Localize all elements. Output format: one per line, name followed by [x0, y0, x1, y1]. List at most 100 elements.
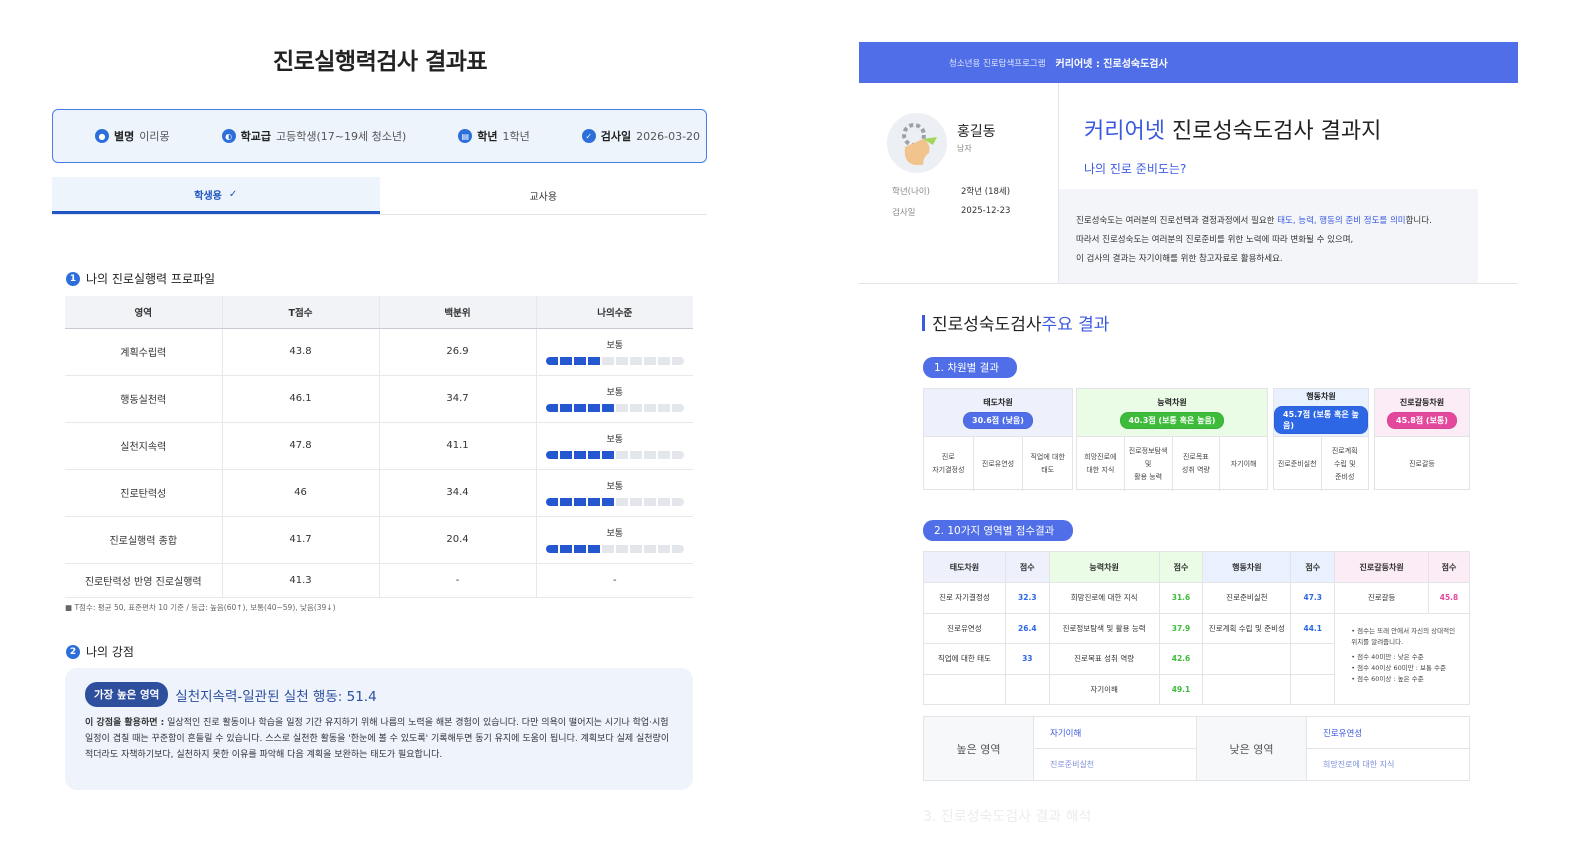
cell-level: 보통: [536, 516, 693, 564]
level-bar-segment: [587, 545, 600, 553]
high-area-1: 자기이해: [1050, 728, 1082, 739]
main-results-title-a: 진로성숙도검사: [932, 315, 1042, 335]
tab-bar: 학생용 ✓ 교사용: [52, 177, 707, 215]
area-name: 진로유연성: [923, 612, 1006, 644]
level-text: 보통: [606, 482, 624, 492]
report-title: 진로실행력검사 결과표: [272, 49, 488, 75]
area-score: 45.8: [1428, 582, 1470, 614]
result-subtitle: 나의 진로 준비도는?: [1084, 162, 1187, 176]
area-table-header: 진로갈등차원: [1334, 551, 1430, 583]
grade-age-value-text: 2학년 (18세): [961, 187, 1011, 197]
strength-lead: 이 강점을 활용하면 :: [85, 718, 165, 728]
cell-tscore: 47.8: [222, 422, 380, 470]
dimension-score-badge: 40.3점 (보통 혹은 높음): [1119, 411, 1225, 429]
cell-tscore: 46.1: [222, 375, 380, 423]
dimension-header: 태도차원 30.6점 (낮음): [924, 389, 1072, 436]
dimension-header: 능력차원 40.3점 (보통 혹은 높음): [1077, 389, 1267, 436]
dimension-score-badge: 45.7점 (보통 혹은 높음): [1274, 406, 1368, 434]
cell-percentile: 20.4: [379, 516, 537, 564]
dimension-subareas: 진로갈등: [1375, 436, 1469, 491]
header-bar-title: 커리어넷 : 진로성숙도검사: [1055, 59, 1168, 70]
col-percentile: 백분위: [379, 296, 537, 329]
dimension-name: 능력차원: [1157, 397, 1187, 407]
level-indicator: 보통: [537, 479, 694, 506]
area-table-header: 점수: [1004, 551, 1050, 583]
score-guide-line: • 점수 40이상 60미만 : 보통 수준: [1351, 663, 1446, 672]
level-text: 보통: [606, 529, 624, 539]
area-score: [1004, 673, 1050, 705]
nickname-value: 이리몽: [139, 130, 170, 143]
dimension-subarea: 진로목표 성취 역량: [1173, 437, 1221, 491]
level-indicator: 보통: [537, 338, 694, 365]
test-date-value: 2026-03-20: [636, 129, 701, 143]
tab-teacher[interactable]: 교사용: [380, 177, 708, 214]
exam-date-value-text: 2025-12-23: [961, 206, 1011, 216]
brand-name: 커리어넷: [1084, 119, 1165, 144]
dimension-subarea: 진로준비실천: [1274, 437, 1322, 491]
level-bar-segment: [657, 498, 670, 506]
profile-gender: 남자: [957, 144, 972, 153]
strength-title: 실천지속력-일관된 실천 행동: 51.4: [175, 688, 377, 705]
table-row: 진로실행력 종합 41.7 20.4 보통: [65, 516, 693, 564]
high-area-values: 자기이해 진로준비실천: [1034, 717, 1197, 780]
tab-student[interactable]: 학생용 ✓: [52, 177, 380, 214]
area-score: 42.6: [1158, 643, 1204, 675]
result-title-rest: 진로성숙도검사 결과지: [1164, 119, 1382, 144]
area-name: 자기이해: [1048, 673, 1160, 705]
nickname-label: 별명: [114, 130, 135, 143]
area-table-header: 능력차원: [1048, 551, 1160, 583]
heading-accent-bar: [922, 314, 925, 331]
level-bar-segment: [587, 498, 600, 506]
exam-date-label-text: 검사일: [892, 208, 916, 218]
level-bar-segment: [629, 404, 642, 412]
level-bar-segment: [671, 545, 684, 553]
high-area-2: 진로준비실천: [1034, 748, 1196, 780]
cell-percentile: 26.9: [379, 328, 537, 376]
area-score: 26.4: [1004, 612, 1050, 644]
area-table-header: 점수: [1158, 551, 1204, 583]
area-score: 49.1: [1158, 673, 1204, 705]
grade-icon: ▤: [458, 129, 473, 143]
profile-name: 홍길동: [957, 124, 996, 140]
area-score: 32.3: [1004, 582, 1050, 614]
dimension-card: 능력차원 40.3점 (보통 혹은 높음) 희망진로에 대한 지식 진로정보탐색 및 …: [1076, 388, 1268, 491]
dimension-header: 진로갈등차원 45.8점 (보통): [1375, 389, 1469, 436]
main-results-title-b: 주요 결과: [1041, 315, 1110, 335]
level-bar-segment: [643, 498, 656, 506]
desc-line-3: 이 검사의 결과는 자기이해를 위한 참고자료로 활용하세요.: [1076, 254, 1283, 264]
dimension-results-pill: 1. 차원별 결과: [923, 357, 1017, 378]
level-bar-segment: [559, 404, 572, 412]
level-bar-segment: [615, 498, 628, 506]
level-bar-segment: [559, 451, 572, 459]
dimension-subarea: 진로정보탐색 및 활용 능력: [1125, 437, 1173, 491]
level-bar-segment: [601, 498, 614, 506]
student-info-box: ● 별명 이리몽 ◐ 학교급 고등학생(17~19세 청소년) ▤ 학년 1학년 ✓ 검사일 2…: [52, 109, 707, 163]
test-date-label: 검사일: [600, 130, 632, 143]
dimension-card: 진로갈등차원 45.8점 (보통) 진로갈등: [1374, 388, 1470, 490]
level-bar: [545, 357, 684, 365]
description-box: 진로성숙도는 여러분의 진로선택과 결정과정에서 필요한 태도, 능력, 행동의…: [1059, 189, 1478, 283]
calendar-icon: ✓: [581, 129, 596, 143]
dimension-card: 행동차원 45.7점 (보통 혹은 높음) 진로준비실천 진로계획 수립 및 준비성: [1273, 388, 1369, 491]
cell-percentile: 34.4: [379, 469, 537, 517]
dimension-score-badge: 45.8점 (보통): [1387, 411, 1457, 429]
score-note: ■ T점수: 평균 50, 표준편차 10 기준 / 등급: 높음(60↑), …: [65, 603, 336, 612]
level-bar-segment: [545, 545, 558, 553]
level-bar: [545, 404, 684, 412]
area-scores-table: 태도차원 점수 능력차원 점수 행동차원 점수 진로갈등차원 점수 진로 자기결정성 32.3 희…: [923, 551, 1470, 705]
cell-tscore: 41.3: [222, 563, 380, 598]
level-bar-segment: [615, 404, 628, 412]
level-bar: [545, 498, 684, 506]
level-bar-segment: [629, 498, 642, 506]
level-bar-segment: [671, 404, 684, 412]
area-name: [1202, 673, 1292, 705]
tab-student-label: 학생용: [194, 190, 222, 202]
col-area: 영역: [65, 296, 223, 329]
area-name: 진로 자기결정성: [923, 582, 1006, 614]
table-row: 진로탄력성 반영 진로실행력 41.3- -: [65, 563, 693, 598]
level-bar-segment: [643, 451, 656, 459]
dimension-subareas: 진로 자기결정성 진로유연성 직업에 대한 태도: [924, 436, 1072, 491]
dimension-subarea: 진로 자기결정성: [924, 437, 974, 491]
section-profile-title: 나의 진로실행력 프로파일: [86, 272, 216, 286]
low-area-label: 낮은 영역: [1197, 717, 1307, 780]
